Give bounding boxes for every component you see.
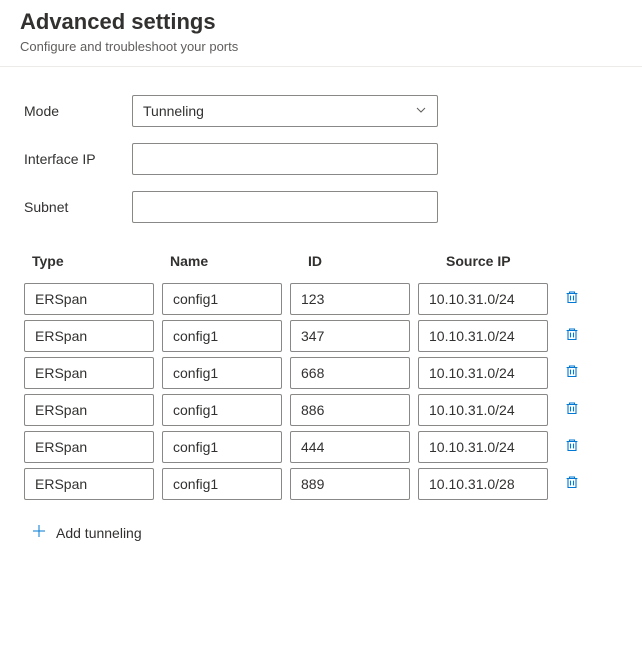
table-row [24, 394, 618, 426]
interface-ip-input[interactable] [132, 143, 438, 175]
row-name-input[interactable] [162, 283, 282, 315]
subnet-input[interactable] [132, 191, 438, 223]
row-id-input[interactable] [290, 394, 410, 426]
trash-icon [564, 474, 580, 493]
interface-ip-label: Interface IP [24, 151, 132, 167]
row-id-input[interactable] [290, 431, 410, 463]
mode-row: Mode Tunneling [24, 95, 618, 127]
trash-icon [564, 437, 580, 456]
row-name-input[interactable] [162, 357, 282, 389]
row-source-input[interactable] [418, 357, 548, 389]
row-source-input[interactable] [418, 320, 548, 352]
trash-icon [564, 326, 580, 345]
table-row [24, 357, 618, 389]
delete-row-button[interactable] [556, 283, 588, 315]
row-type-input[interactable] [24, 394, 154, 426]
table-body [24, 283, 618, 500]
header-name: Name [162, 253, 300, 269]
trash-icon [564, 363, 580, 382]
row-source-input[interactable] [418, 283, 548, 315]
delete-row-button[interactable] [556, 468, 588, 500]
mode-dropdown[interactable]: Tunneling [132, 95, 438, 127]
table-row [24, 320, 618, 352]
trash-icon [564, 400, 580, 419]
mode-label: Mode [24, 103, 132, 119]
delete-row-button[interactable] [556, 431, 588, 463]
plus-icon [32, 524, 46, 542]
row-type-input[interactable] [24, 431, 154, 463]
row-type-input[interactable] [24, 468, 154, 500]
chevron-down-icon [415, 103, 427, 119]
page-title: Advanced settings [20, 8, 622, 37]
row-source-input[interactable] [418, 431, 548, 463]
row-id-input[interactable] [290, 283, 410, 315]
row-name-input[interactable] [162, 431, 282, 463]
row-type-input[interactable] [24, 283, 154, 315]
header-source: Source IP [438, 253, 576, 269]
delete-row-button[interactable] [556, 320, 588, 352]
page-subtitle: Configure and troubleshoot your ports [20, 39, 622, 54]
header-id: ID [300, 253, 438, 269]
row-name-input[interactable] [162, 320, 282, 352]
interface-ip-row: Interface IP [24, 143, 618, 175]
mode-value: Tunneling [143, 103, 204, 119]
row-id-input[interactable] [290, 357, 410, 389]
subnet-row: Subnet [24, 191, 618, 223]
add-tunneling-label: Add tunneling [56, 525, 142, 541]
row-id-input[interactable] [290, 468, 410, 500]
delete-row-button[interactable] [556, 394, 588, 426]
row-name-input[interactable] [162, 468, 282, 500]
table-row [24, 468, 618, 500]
table-row [24, 283, 618, 315]
trash-icon [564, 289, 580, 308]
content-area: Mode Tunneling Interface IP Subnet Type … [0, 67, 642, 562]
table-header-row: Type Name ID Source IP [24, 253, 618, 279]
row-name-input[interactable] [162, 394, 282, 426]
table-row [24, 431, 618, 463]
page-header: Advanced settings Configure and troubles… [0, 0, 642, 67]
row-type-input[interactable] [24, 357, 154, 389]
row-id-input[interactable] [290, 320, 410, 352]
header-type: Type [24, 253, 162, 269]
row-source-input[interactable] [418, 468, 548, 500]
tunneling-table: Type Name ID Source IP [24, 253, 618, 500]
row-source-input[interactable] [418, 394, 548, 426]
delete-row-button[interactable] [556, 357, 588, 389]
subnet-label: Subnet [24, 199, 132, 215]
add-tunneling-button[interactable]: Add tunneling [24, 524, 618, 542]
row-type-input[interactable] [24, 320, 154, 352]
